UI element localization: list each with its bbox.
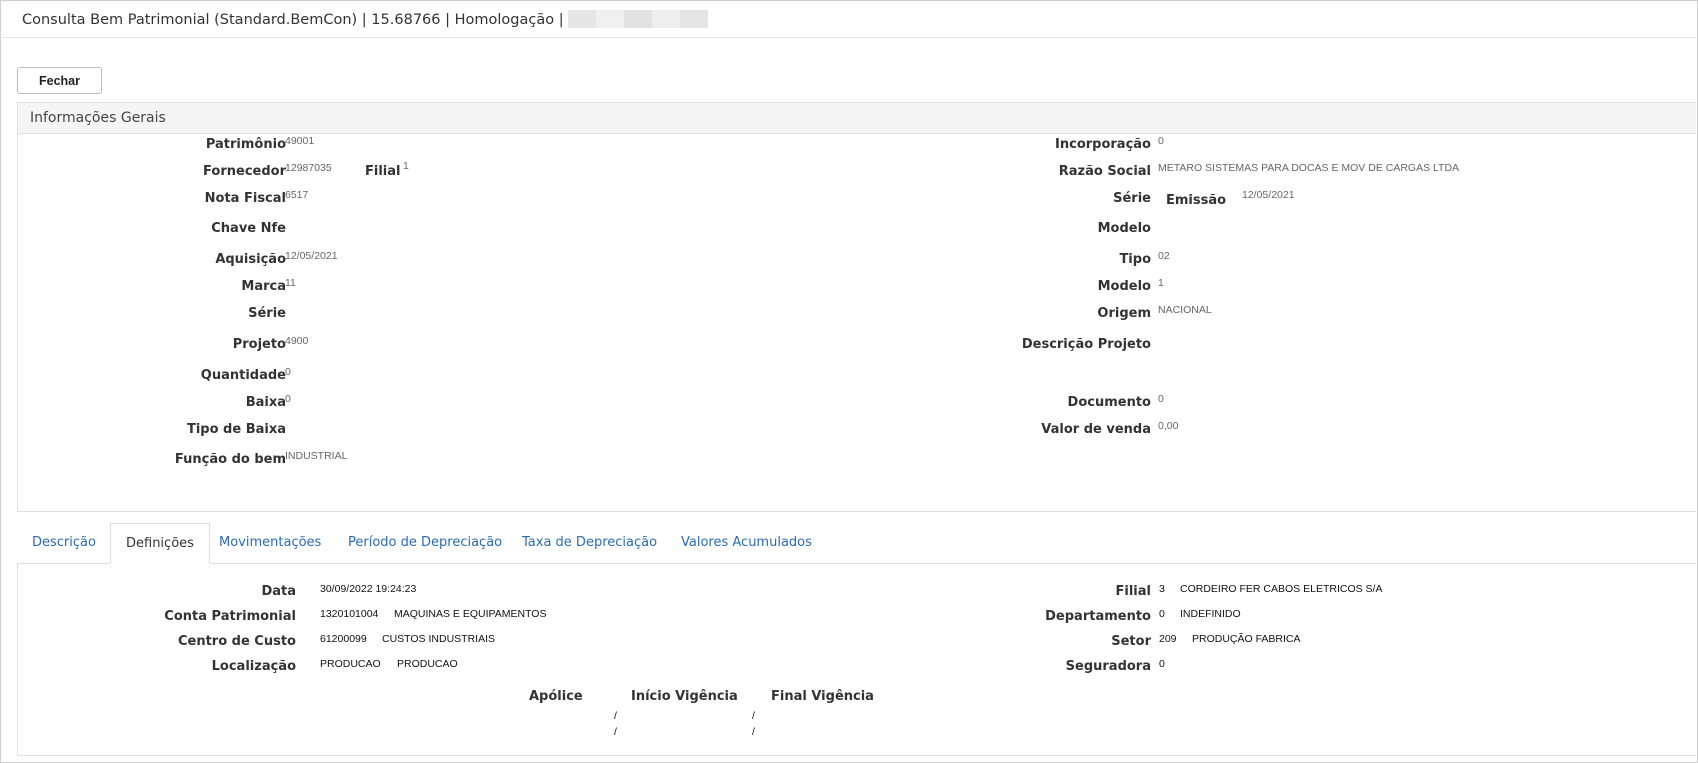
value-departamento-code: 0	[1159, 608, 1165, 620]
label-razao-social: Razão Social	[1058, 164, 1151, 179]
label-fornecedor: Fornecedor	[203, 164, 286, 179]
value-data: 30/09/2022 19:24:23	[320, 583, 417, 595]
redacted-environment-name	[568, 10, 709, 28]
value-projeto: 4900	[285, 335, 309, 347]
tab-bar: Descrição Definições Movimentações Perío…	[17, 523, 1696, 564]
table-cell-inicio-row2: /	[614, 726, 617, 738]
label-valor-de-venda: Valor de venda	[1041, 422, 1151, 437]
label-filial: Filial	[365, 164, 401, 179]
value-quantidade: 0	[285, 366, 291, 378]
label-descricao-projeto: Descrição Projeto	[1021, 337, 1151, 352]
label-centro-de-custo: Centro de Custo	[177, 634, 296, 649]
label-modelo: Modelo	[1097, 279, 1151, 294]
label-documento: Documento	[1067, 395, 1151, 410]
tab-valores-acumulados[interactable]: Valores Acumulados	[666, 523, 827, 563]
label-quantidade: Quantidade	[200, 368, 286, 383]
label-nota-fiscal: Nota Fiscal	[204, 191, 286, 206]
value-conta-patrimonial-code: 1320101004	[320, 608, 379, 620]
value-localizacao-code: PRODUCAO	[320, 658, 381, 670]
value-documento: 0	[1158, 393, 1164, 405]
label-serie-nf: Série	[1113, 191, 1151, 206]
label-aquisicao: Aquisição	[215, 252, 286, 267]
label-incorporacao: Incorporação	[1055, 137, 1151, 152]
label-setor: Setor	[1111, 634, 1151, 649]
label-serie: Série	[248, 306, 286, 321]
label-marca: Marca	[241, 279, 286, 294]
table-cell-inicio-row1: /	[614, 710, 617, 722]
value-patrimonio: 49001	[285, 135, 315, 147]
label-baixa: Baixa	[245, 395, 286, 410]
table-header-apolice: Apólice	[529, 689, 583, 704]
tab-descricao[interactable]: Descrição	[17, 523, 111, 563]
label-filial-def: Filial	[1115, 584, 1151, 599]
value-marca: 11	[285, 277, 296, 289]
value-filial: 1	[403, 160, 409, 172]
label-funcao-do-bem: Função do bem	[174, 452, 286, 467]
label-projeto: Projeto	[232, 337, 286, 352]
value-baixa: 0	[285, 393, 291, 405]
tab-periodo-de-depreciacao[interactable]: Período de Depreciação	[333, 523, 517, 563]
tab-taxa-de-depreciacao[interactable]: Taxa de Depreciação	[507, 523, 672, 563]
tab-movimentacoes[interactable]: Movimentações	[204, 523, 336, 563]
value-nota-fiscal: 6517	[285, 189, 309, 201]
window-title-text: Consulta Bem Patrimonial (Standard.BemCo…	[22, 12, 564, 28]
value-modelo: 1	[1158, 277, 1164, 289]
value-fornecedor: 12987035	[285, 162, 332, 174]
label-conta-patrimonial: Conta Patrimonial	[164, 609, 296, 624]
value-conta-patrimonial-desc: MAQUINAS E EQUIPAMENTOS	[394, 608, 547, 620]
label-seguradora: Seguradora	[1065, 659, 1151, 674]
table-header-final-vigencia: Final Vigência	[771, 689, 874, 704]
label-chave-nfe: Chave Nfe	[211, 221, 286, 236]
panel-title: Informações Gerais	[18, 103, 1696, 134]
value-localizacao-desc: PRODUCAO	[397, 658, 458, 670]
title-bar: Consulta Bem Patrimonial (Standard.BemCo…	[0, 0, 1696, 38]
label-data: Data	[261, 584, 296, 599]
label-origem: Origem	[1097, 306, 1151, 321]
label-tipo: Tipo	[1119, 252, 1151, 267]
window-title: Consulta Bem Patrimonial (Standard.BemCo…	[22, 10, 709, 28]
label-modelo-nf: Modelo	[1097, 221, 1151, 236]
value-filial-code: 3	[1159, 583, 1165, 595]
label-tipo-de-baixa: Tipo de Baixa	[186, 422, 286, 437]
label-localizacao: Localização	[211, 659, 296, 674]
value-setor-code: 209	[1159, 633, 1177, 645]
label-departamento: Departamento	[1045, 609, 1151, 624]
value-valor-de-venda: 0,00	[1158, 420, 1179, 432]
value-emissao: 12/05/2021	[1242, 189, 1295, 201]
table-header-inicio-vigencia: Início Vigência	[631, 689, 738, 704]
definicoes-panel: Data 30/09/2022 19:24:23 Conta Patrimoni…	[17, 563, 1696, 756]
value-tipo: 02	[1158, 250, 1170, 262]
value-filial-desc: CORDEIRO FER CABOS ELETRICOS S/A	[1180, 583, 1383, 595]
close-button[interactable]: Fechar	[17, 67, 102, 94]
value-centro-de-custo-code: 61200099	[320, 633, 367, 645]
value-centro-de-custo-desc: CUSTOS INDUSTRIAIS	[382, 633, 495, 645]
value-razao-social: METARO SISTEMAS PARA DOCAS E MOV DE CARG…	[1158, 162, 1460, 174]
value-setor-desc: PRODUÇÃO FABRICA	[1192, 633, 1301, 645]
value-origem: NACIONAL	[1158, 304, 1212, 316]
tab-definicoes[interactable]: Definições	[110, 523, 210, 564]
label-emissao: Emissão	[1166, 193, 1227, 208]
table-cell-final-row1: /	[752, 710, 755, 722]
general-info-panel: Informações Gerais Patrimônio 49001 Forn…	[17, 102, 1696, 512]
value-funcao-do-bem: INDUSTRIAL	[285, 450, 348, 462]
value-aquisicao: 12/05/2021	[285, 250, 338, 262]
label-patrimonio: Patrimônio	[205, 137, 286, 152]
value-incorporacao: 0	[1158, 135, 1164, 147]
value-departamento-desc: INDEFINIDO	[1180, 608, 1241, 620]
value-seguradora-code: 0	[1159, 658, 1165, 670]
table-cell-final-row2: /	[752, 726, 755, 738]
